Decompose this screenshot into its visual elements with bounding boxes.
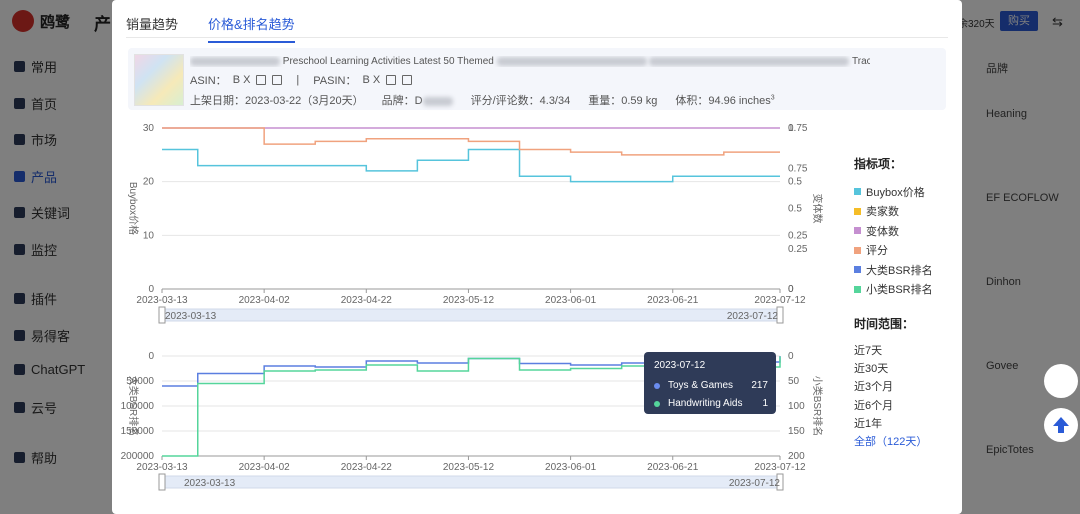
- x-tick-label: 2023-06-01: [545, 462, 597, 473]
- arrow-up-icon: [1053, 417, 1069, 433]
- support-float-button[interactable]: [1044, 364, 1078, 398]
- legend-label: 小类BSR排名: [866, 284, 933, 297]
- x-tick-label: 2023-06-21: [647, 295, 699, 306]
- y2-tick-label: 0.25: [788, 230, 808, 241]
- legend-swatch-icon: [854, 285, 861, 293]
- y2-tick-label: 0.5: [788, 177, 802, 188]
- y2-tick-label: 150: [788, 426, 805, 437]
- chart-side-panel: 指标项： Buybox价格 卖家数变体数评分大类BSR排名 小类BSR排名 时间范围…: [854, 155, 954, 451]
- y-tick-label: 200000: [121, 451, 155, 462]
- tooltip-row: Handwriting Aids 1: [654, 398, 768, 409]
- y2-axis-title: 变体数: [811, 194, 824, 224]
- legend-label: 大类BSR排名: [866, 264, 933, 277]
- y2-tick-label: 50: [788, 376, 800, 387]
- y2-tick-label: 0: [788, 351, 794, 362]
- legend-label: Buybox价格: [866, 186, 925, 199]
- legend-swatch-icon: [854, 207, 861, 215]
- slider-date-label: 2023-03-13: [165, 311, 217, 322]
- legend-item[interactable]: 卖家数: [854, 202, 954, 222]
- legend-label: 变体数: [866, 225, 899, 238]
- zoom-slider: [161, 475, 781, 489]
- y-axis-title: Buybox价格: [127, 182, 140, 235]
- range-option[interactable]: 近1年: [854, 415, 954, 433]
- slider-date-label: 2023-07-12: [727, 311, 779, 322]
- tooltip-date: 2023-07-12: [654, 360, 706, 371]
- legend-swatch-icon: [854, 266, 861, 274]
- y2-tick-label: 0.75: [788, 163, 808, 174]
- zoom-slider: [161, 308, 781, 322]
- legend-item[interactable]: 变体数: [854, 221, 954, 241]
- range-option[interactable]: 全部（122天）: [854, 433, 954, 451]
- range-title: 时间范围：: [854, 317, 915, 331]
- series-line: [162, 127, 780, 156]
- trend-modal: 销量趋势 价格&排名趋势 Preschool Learning Activiti…: [112, 0, 962, 514]
- legend-label: 评分: [866, 245, 888, 258]
- x-tick-label: 2023-04-22: [341, 462, 393, 473]
- tooltip-row: Toys & Games 217: [654, 380, 768, 391]
- slider-date-label: 2023-03-13: [184, 478, 236, 489]
- y2-tick-label: 0: [788, 284, 794, 295]
- y2-tick-label: 200: [788, 451, 805, 462]
- x-tick-label: 2023-05-12: [443, 462, 495, 473]
- x-tick-label: 2023-07-12: [754, 462, 806, 473]
- x-tick-label: 2023-05-12: [443, 295, 495, 306]
- y-tick-label: 0: [148, 284, 154, 295]
- back-to-top-button[interactable]: [1044, 408, 1078, 442]
- y2-tick-label: 0.25: [788, 244, 808, 255]
- range-option[interactable]: 近30天: [854, 360, 954, 378]
- y-tick-label: 0: [148, 351, 154, 362]
- x-tick-label: 2023-06-21: [647, 462, 699, 473]
- y-tick-label: 20: [143, 177, 155, 188]
- slider-date-label: 2023-07-12: [729, 478, 781, 489]
- indicators-title: 指标项：: [854, 157, 903, 171]
- legend-item[interactable]: 小类BSR排名: [854, 280, 954, 300]
- x-tick-label: 2023-03-13: [136, 462, 188, 473]
- legend-item[interactable]: 大类BSR排名: [854, 260, 954, 280]
- x-tick-label: 2023-04-22: [341, 295, 393, 306]
- slider-handle-start: [158, 473, 166, 491]
- legend-swatch-icon: [854, 227, 861, 235]
- y2-tick-label: 1: [788, 123, 794, 134]
- legend-label: 卖家数: [866, 206, 899, 219]
- range-option[interactable]: 近3个月: [854, 378, 954, 396]
- legend-swatch-icon: [854, 246, 861, 254]
- x-tick-label: 2023-07-12: [754, 295, 806, 306]
- legend-item[interactable]: 评分: [854, 241, 954, 261]
- legend-item[interactable]: Buybox价格: [854, 182, 954, 202]
- y-axis-title: 大类BSR排名: [127, 376, 140, 437]
- x-tick-label: 2023-04-02: [239, 462, 291, 473]
- y2-tick-label: 0.5: [788, 204, 802, 215]
- x-tick-label: 2023-04-02: [239, 295, 291, 306]
- series-dot-icon: [654, 400, 660, 407]
- range-option[interactable]: 近6个月: [854, 397, 954, 415]
- range-option[interactable]: 近7天: [854, 342, 954, 360]
- trend-charts: 0 010 0.2520 0.530 0.7500.250.50.7512023-03-…: [121, 123, 824, 491]
- series-dot-icon: [654, 382, 660, 389]
- y2-axis-title: 小类BSR排名: [811, 376, 824, 437]
- chart-tooltip: 2023-07-12 Toys & Games 217 Handwriting A…: [644, 352, 776, 414]
- x-tick-label: 2023-06-01: [545, 295, 597, 306]
- x-tick-label: 2023-03-13: [136, 295, 188, 306]
- y-tick-label: 30: [143, 123, 155, 134]
- y2-tick-label: 100: [788, 401, 805, 412]
- legend-swatch-icon: [854, 188, 861, 196]
- y-tick-label: 10: [143, 230, 155, 241]
